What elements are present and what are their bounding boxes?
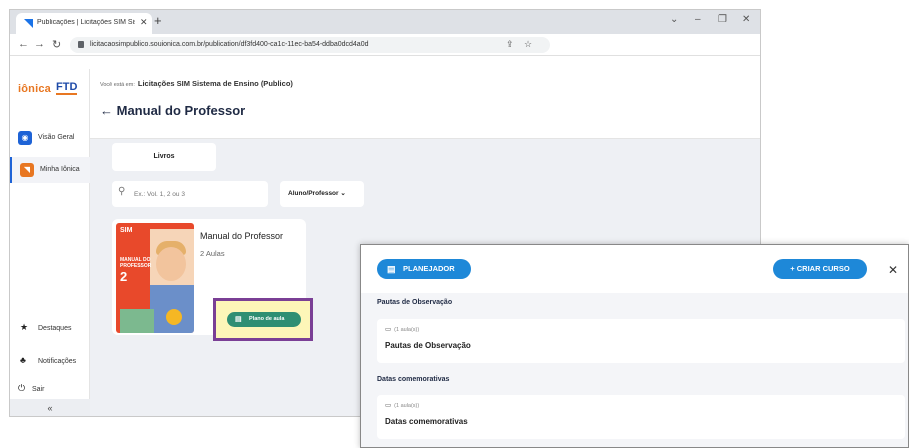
cover-decoration	[120, 309, 154, 333]
minimize-button[interactable]: –	[695, 14, 701, 25]
panel-header: ▤ PLANEJADOR + CRIAR CURSO ✕	[361, 245, 908, 293]
cover-photo-face	[156, 247, 186, 281]
sidebar-item-sair[interactable]: ⏻ Sair	[10, 382, 90, 398]
share-icon[interactable]: ⇪	[506, 39, 514, 50]
reload-icon[interactable]: ↻	[52, 38, 61, 51]
favicon-icon	[24, 19, 33, 28]
section-label: Pautas de Observação	[377, 299, 453, 306]
lesson-meta: ▭ (1 aula(s))	[385, 401, 419, 409]
chevron-down-icon: ⌄	[340, 190, 346, 197]
collapse-sidebar-button[interactable]: «	[10, 399, 90, 416]
browser-toolbar: ← → ↻ licitacaosimpublico.souionica.com.…	[10, 34, 760, 56]
planejador-label: PLANEJADOR	[403, 264, 455, 273]
forward-arrow-icon[interactable]: →	[34, 38, 45, 50]
planejador-panel: ▤ PLANEJADOR + CRIAR CURSO ✕ Pautas de O…	[360, 244, 909, 448]
tab-title: Publicações | Licitações SIM Siste	[37, 19, 135, 26]
lesson-title: Datas comemorativas	[385, 417, 468, 426]
restore-button[interactable]: ❐	[718, 14, 727, 25]
sidebar-item-label: Minha Iônica	[40, 166, 80, 173]
search-input[interactable]	[134, 187, 262, 201]
lesson-count: (1 aula(s))	[394, 327, 420, 333]
sidebar-item-destaques[interactable]: ★ Destaques	[10, 319, 90, 339]
ftd-logo: FTD	[56, 81, 78, 95]
lesson-item[interactable]: ▭ (1 aula(s)) Pautas de Observação	[377, 319, 905, 363]
page-title-text: Manual do Professor	[116, 103, 246, 118]
tab-strip: Publicações | Licitações SIM Siste ✕ + ⌄…	[10, 10, 760, 34]
sidebar-item-visao-geral[interactable]: ◉ Visão Geral	[10, 125, 90, 151]
eye-icon: ◉	[18, 131, 32, 145]
tab-livros[interactable]: Livros	[112, 143, 216, 171]
bookmark-star-icon[interactable]: ☆	[524, 39, 532, 50]
breadcrumb-site[interactable]: Licitações SIM Sistema de Ensino (Public…	[138, 79, 293, 88]
sidebar-item-notificacoes[interactable]: ♣ Notificações	[10, 352, 90, 372]
sidebar-item-label: Visão Geral	[38, 134, 75, 141]
calendar-icon: ▭	[385, 326, 392, 333]
filter-label: Aluno/Professor	[288, 190, 339, 197]
plano-de-aula-label: Plano de aula	[249, 316, 285, 322]
plano-de-aula-button[interactable]: ▤ Plano de aula	[227, 312, 301, 327]
planner-icon: ▤	[235, 316, 242, 323]
power-icon: ⏻	[18, 383, 26, 393]
new-tab-button[interactable]: +	[154, 13, 162, 28]
section-label: Datas comemorativas	[377, 376, 450, 383]
back-arrow-icon[interactable]: ←	[100, 103, 117, 118]
criar-curso-button[interactable]: + CRIAR CURSO	[773, 259, 867, 279]
browser-tab[interactable]: Publicações | Licitações SIM Siste ✕	[16, 13, 152, 34]
cover-title: MANUAL DO PROFESSOR	[120, 257, 152, 269]
star-icon: ★	[20, 322, 29, 332]
sidebar-item-label: Notificações	[38, 358, 77, 365]
lock-icon	[78, 41, 84, 48]
tab-close-icon[interactable]: ✕	[140, 17, 148, 28]
sidebar-item-label: Destaques	[38, 325, 72, 332]
close-icon[interactable]: ✕	[888, 263, 898, 277]
tab-search-icon[interactable]: ⌄	[670, 14, 678, 25]
planner-icon: ▤	[387, 264, 396, 274]
address-bar[interactable]: licitacaosimpublico.souionica.com.br/pub…	[70, 37, 550, 53]
ionica-icon: ◥	[20, 163, 34, 177]
search-box: ⚲	[112, 181, 268, 207]
breadcrumb-prefix: Você está em:	[100, 82, 135, 88]
lesson-count: (1 aula(s))	[394, 403, 420, 409]
filter-dropdown[interactable]: Aluno/Professor ⌄	[280, 181, 364, 207]
search-icon: ⚲	[118, 186, 126, 197]
ionica-logo: iônica	[18, 83, 51, 95]
cover-grade: 2	[120, 269, 128, 284]
page-title: ← Manual do Professor	[100, 103, 245, 118]
calendar-icon: ▭	[385, 402, 392, 409]
sidebar: iônica FTD ◉ Visão Geral ◥ Minha Iônica …	[10, 69, 90, 416]
lesson-item[interactable]: ▭ (1 aula(s)) Datas comemorativas	[377, 395, 905, 439]
bell-icon: ♣	[20, 355, 26, 365]
sidebar-item-label: Sair	[32, 386, 45, 393]
lesson-title: Pautas de Observação	[385, 341, 471, 350]
page-header: Você está em: Licitações SIM Sistema de E…	[90, 69, 760, 139]
lesson-meta: ▭ (1 aula(s))	[385, 325, 419, 333]
cover-logo: SIM	[120, 227, 133, 234]
sidebar-item-minha-ionica[interactable]: ◥ Minha Iônica	[10, 157, 90, 183]
breadcrumb: Você está em: Licitações SIM Sistema de E…	[100, 79, 293, 88]
highlight-box: ▤ Plano de aula	[213, 298, 313, 341]
book-lesson-count: 2 Aulas	[200, 249, 225, 258]
book-cover[interactable]: SIM MANUAL DO PROFESSOR 2	[116, 223, 194, 333]
book-title: Manual do Professor	[200, 231, 284, 241]
back-arrow-icon[interactable]: ←	[18, 38, 29, 50]
url-text: licitacaosimpublico.souionica.com.br/pub…	[90, 41, 369, 48]
cover-sun-decoration	[166, 309, 182, 325]
planejador-button[interactable]: ▤ PLANEJADOR	[377, 259, 471, 279]
close-window-button[interactable]: ✕	[742, 14, 750, 25]
